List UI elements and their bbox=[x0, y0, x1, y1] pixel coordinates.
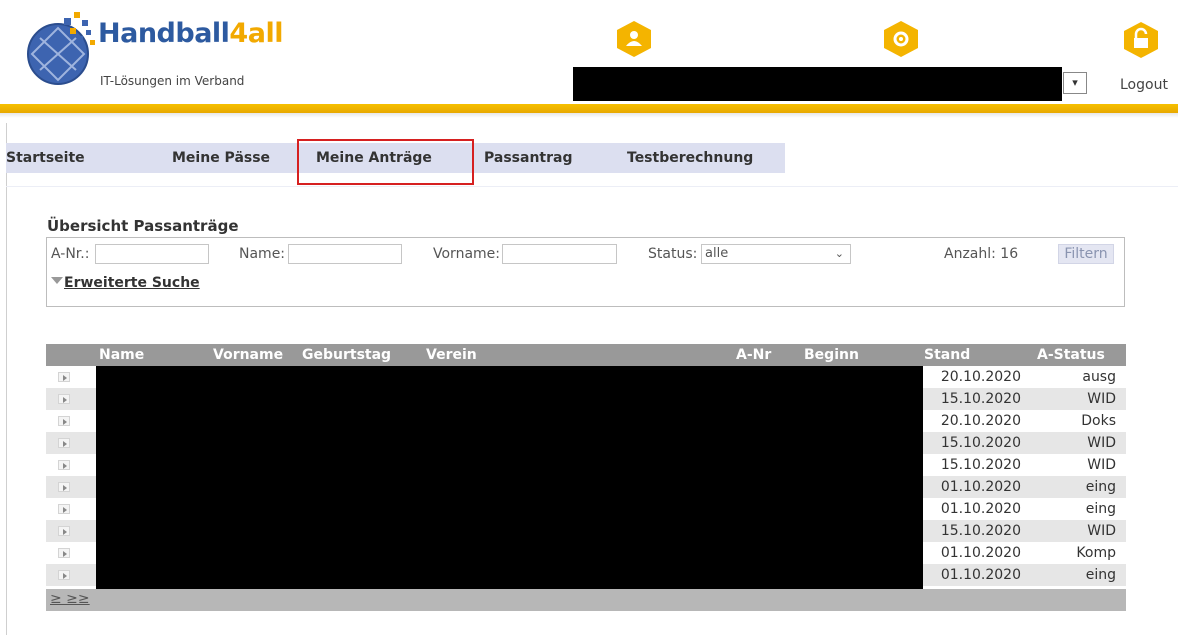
col-geburtstag[interactable]: Geburtstag bbox=[302, 344, 391, 366]
col-vorname[interactable]: Vorname bbox=[213, 344, 283, 366]
row-expand-icon[interactable] bbox=[58, 460, 70, 470]
count-label: Anzahl: 16 bbox=[944, 246, 1019, 262]
col-verein[interactable]: Verein bbox=[426, 344, 477, 366]
row-expand-icon[interactable] bbox=[58, 394, 70, 404]
status-select[interactable]: alle ⌄ bbox=[701, 244, 851, 264]
col-beginn[interactable]: Beginn bbox=[804, 344, 859, 366]
user-icon[interactable] bbox=[617, 21, 651, 57]
col-stand[interactable]: Stand bbox=[924, 344, 970, 366]
cell-status: WID bbox=[1087, 391, 1116, 407]
handball-logo-icon bbox=[27, 12, 95, 85]
row-expand-icon[interactable] bbox=[58, 526, 70, 536]
cell-status: eing bbox=[1085, 567, 1116, 583]
vorname-label: Vorname: bbox=[433, 246, 500, 262]
status-value: alle bbox=[705, 246, 729, 261]
name-label: Name: bbox=[239, 246, 286, 262]
chevron-down-icon: ⌄ bbox=[834, 247, 844, 260]
cell-stand: 01.10.2020 bbox=[940, 567, 1021, 583]
cell-status: WID bbox=[1087, 435, 1116, 451]
row-expand-icon[interactable] bbox=[58, 438, 70, 448]
cell-status: Doks bbox=[1081, 413, 1116, 429]
brand-name: Handball4all bbox=[98, 18, 283, 49]
cell-status: WID bbox=[1087, 457, 1116, 473]
row-expand-icon[interactable] bbox=[58, 372, 70, 382]
chevron-down-icon: ▾ bbox=[1072, 76, 1078, 89]
brand-tagline: IT-Lösungen im Verband bbox=[100, 74, 245, 88]
cell-status: Komp bbox=[1076, 545, 1116, 561]
header-divider-shadow bbox=[0, 113, 1178, 118]
logout-lock-icon[interactable] bbox=[1124, 22, 1158, 58]
extended-search-link[interactable]: Erweiterte Suche bbox=[64, 275, 200, 291]
nav-meine-paesse[interactable]: Meine Pässe bbox=[172, 143, 270, 173]
row-expand-icon[interactable] bbox=[58, 570, 70, 580]
cell-status: eing bbox=[1085, 479, 1116, 495]
nav-active-highlight bbox=[297, 139, 474, 185]
col-astatus[interactable]: A-Status bbox=[1037, 344, 1105, 366]
cell-stand: 01.10.2020 bbox=[940, 545, 1021, 561]
nav-testberechnung[interactable]: Testberechnung bbox=[627, 143, 753, 173]
cell-stand: 15.10.2020 bbox=[940, 391, 1021, 407]
pager-links[interactable]: ≥ ≥≥ bbox=[50, 591, 90, 607]
table-header: Name Vorname Geburtstag Verein A-Nr Begi… bbox=[46, 344, 1126, 366]
nav-passantrag[interactable]: Passantrag bbox=[484, 143, 572, 173]
cell-stand: 15.10.2020 bbox=[940, 523, 1021, 539]
cell-status: eing bbox=[1085, 501, 1116, 517]
row-expand-icon[interactable] bbox=[58, 482, 70, 492]
status-label: Status: bbox=[648, 246, 698, 262]
logout-link[interactable]: Logout bbox=[1120, 77, 1168, 93]
cell-status: ausg bbox=[1082, 369, 1116, 385]
content-border bbox=[6, 123, 7, 635]
redacted-user-select bbox=[573, 67, 1062, 101]
nav-startseite[interactable]: Startseite bbox=[6, 143, 85, 173]
cell-status: WID bbox=[1087, 523, 1116, 539]
cell-stand: 20.10.2020 bbox=[940, 369, 1021, 385]
col-name[interactable]: Name bbox=[99, 344, 144, 366]
row-expand-icon[interactable] bbox=[58, 548, 70, 558]
cell-stand: 20.10.2020 bbox=[940, 413, 1021, 429]
header-divider bbox=[0, 104, 1178, 113]
anr-input[interactable] bbox=[95, 244, 209, 264]
col-anr[interactable]: A-Nr bbox=[736, 344, 771, 366]
row-expand-icon[interactable] bbox=[58, 416, 70, 426]
cell-stand: 01.10.2020 bbox=[940, 479, 1021, 495]
cell-stand: 15.10.2020 bbox=[940, 457, 1021, 473]
club-select[interactable]: ▾ bbox=[1063, 72, 1087, 94]
anr-label: A-Nr.: bbox=[51, 246, 90, 262]
cell-stand: 01.10.2020 bbox=[940, 501, 1021, 517]
table-footer: ≥ ≥≥ bbox=[46, 589, 1126, 611]
settings-icon[interactable] bbox=[884, 21, 918, 57]
cell-stand: 15.10.2020 bbox=[940, 435, 1021, 451]
expand-triangle-icon[interactable] bbox=[51, 277, 63, 284]
vorname-input[interactable] bbox=[502, 244, 617, 264]
nav-divider bbox=[6, 186, 1178, 187]
redacted-table-area bbox=[96, 366, 923, 589]
name-input[interactable] bbox=[288, 244, 402, 264]
row-expand-icon[interactable] bbox=[58, 504, 70, 514]
page-title: Übersicht Passanträge bbox=[47, 217, 239, 235]
filter-button[interactable]: Filtern bbox=[1058, 244, 1114, 264]
